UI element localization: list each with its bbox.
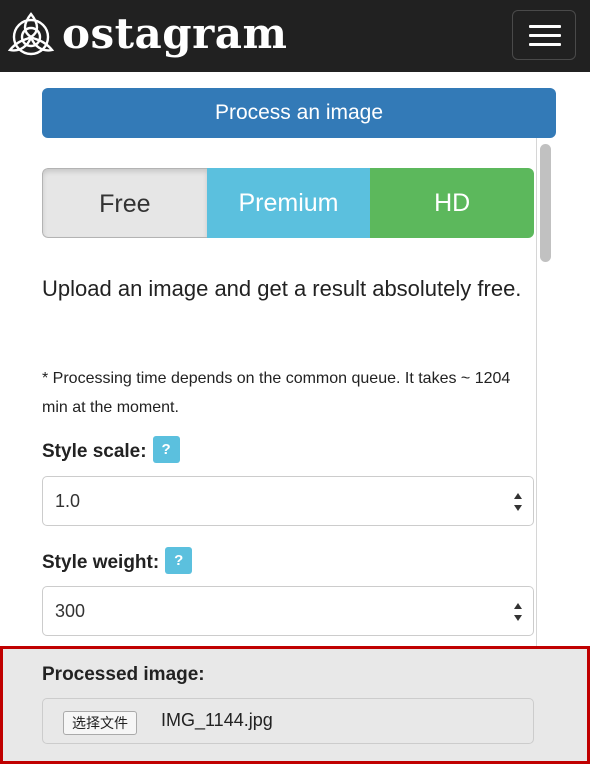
style-scale-help-icon[interactable]: ? — [152, 436, 180, 464]
brand-name[interactable]: ostagram — [62, 8, 287, 60]
hamburger-menu-icon-bar — [529, 34, 561, 37]
style-weight-select[interactable]: 300 — [42, 586, 534, 636]
plan-selector: Free Premium HD — [42, 168, 534, 238]
style-weight-value: 300 — [55, 601, 86, 621]
top-navbar: ostagram — [0, 0, 590, 72]
plan-premium-button[interactable]: Premium — [206, 168, 371, 238]
select-arrows-icon — [514, 603, 522, 621]
style-scale-label-text: Style scale: — [42, 441, 147, 462]
selected-file-name: IMG_1144.jpg — [161, 710, 273, 730]
plan-hd-button[interactable]: HD — [370, 168, 534, 238]
intro-text: Upload an image and get a result absolut… — [42, 276, 522, 301]
style-weight-label: Style weight:? — [42, 547, 193, 577]
hamburger-menu-button[interactable] — [512, 10, 576, 60]
processed-image-label: Processed image: — [42, 664, 205, 685]
style-weight-label-text: Style weight: — [42, 552, 160, 573]
select-arrows-icon — [514, 493, 522, 511]
hamburger-menu-icon-bar — [529, 43, 561, 46]
processed-image-file-input[interactable]: 选择文件 IMG_1144.jpg — [42, 698, 534, 744]
style-weight-help-icon[interactable]: ? — [165, 547, 193, 575]
hamburger-menu-icon — [529, 25, 561, 28]
ostagram-logo-icon[interactable] — [4, 10, 58, 64]
scrollbar-thumb[interactable] — [540, 144, 551, 262]
style-scale-select[interactable]: 1.0 — [42, 476, 534, 526]
style-scale-label: Style scale:? — [42, 436, 180, 466]
processing-note: * Processing time depends on the common … — [42, 370, 511, 416]
panel-title: Process an image — [42, 88, 556, 138]
style-scale-value: 1.0 — [55, 491, 81, 511]
plan-free-button[interactable]: Free — [42, 168, 207, 238]
choose-file-button[interactable]: 选择文件 — [63, 711, 137, 735]
